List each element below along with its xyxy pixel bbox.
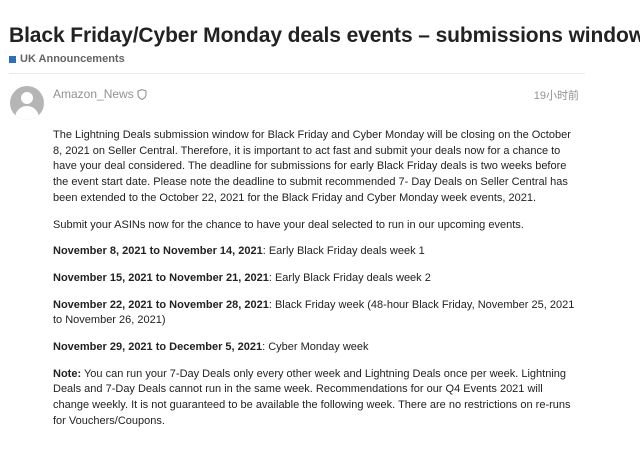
note-paragraph: Note: You can run your 7-Day Deals only … <box>53 367 581 430</box>
schedule-desc: : Cyber Monday week <box>262 341 369 354</box>
schedule-dates: November 8, 2021 to November 14, 2021 <box>53 245 263 258</box>
title-divider <box>9 73 585 74</box>
note-label: Note: <box>53 367 82 380</box>
schedule-item: November 29, 2021 to December 5, 2021: C… <box>53 340 581 356</box>
author-name[interactable]: Amazon_News <box>53 87 134 101</box>
schedule-dates: November 22, 2021 to November 28, 2021 <box>53 298 269 311</box>
category-color-swatch <box>9 55 16 63</box>
schedule-dates: November 15, 2021 to November 21, 2021 <box>53 271 269 284</box>
topic-title[interactable]: Black Friday/Cyber Monday deals events –… <box>9 24 640 48</box>
post-body: The Lightning Deals submission window fo… <box>53 128 581 441</box>
category-badge[interactable]: UK Announcements <box>9 53 125 65</box>
avatar[interactable] <box>10 86 44 120</box>
schedule-item: November 8, 2021 to November 14, 2021: E… <box>53 244 581 260</box>
post-date[interactable]: 19小时前 <box>534 87 579 103</box>
category-label: UK Announcements <box>20 53 125 65</box>
post-author[interactable]: Amazon_News <box>53 87 147 101</box>
avatar-body <box>15 106 39 120</box>
schedule-dates: November 29, 2021 to December 5, 2021 <box>53 341 263 354</box>
post-paragraph: The Lightning Deals submission window fo… <box>53 129 571 204</box>
shield-icon <box>137 88 147 100</box>
note-text: You can run your 7-Day Deals only every … <box>53 367 571 427</box>
avatar-head <box>21 92 33 104</box>
schedule-item: November 22, 2021 to November 28, 2021: … <box>53 298 581 329</box>
schedule-desc: : Early Black Friday deals week 1 <box>262 245 425 258</box>
schedule-item: November 15, 2021 to November 21, 2021: … <box>53 271 581 287</box>
schedule-desc: : Early Black Friday deals week 2 <box>268 271 431 284</box>
post-paragraph: Submit your ASINs now for the chance to … <box>53 218 524 231</box>
